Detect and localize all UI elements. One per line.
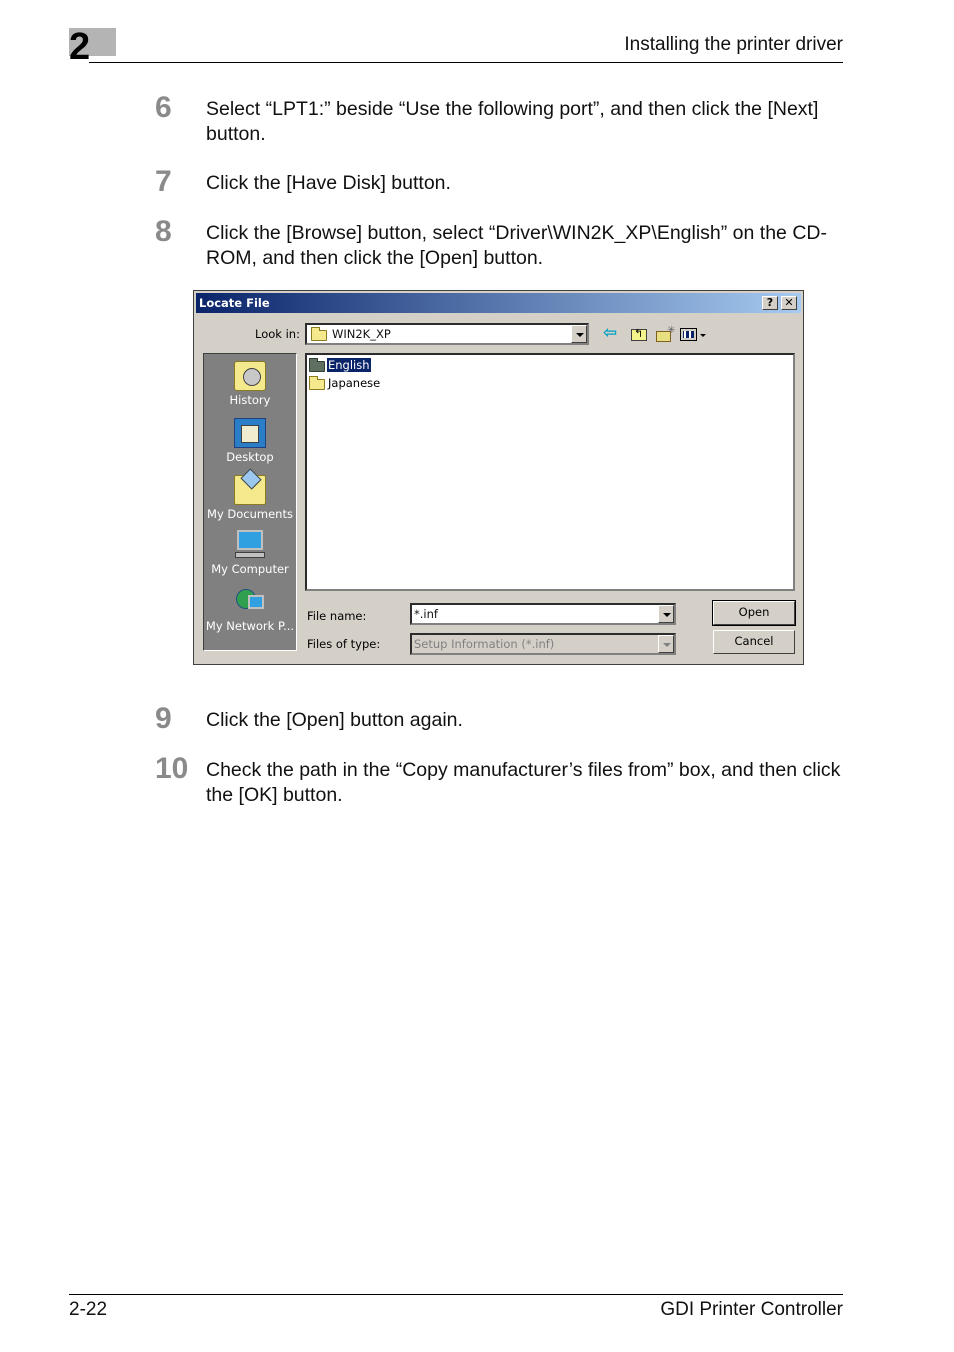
product-name: GDI Printer Controller	[660, 1299, 843, 1320]
file-name: English	[326, 357, 372, 373]
cancel-button[interactable]: Cancel	[713, 630, 795, 654]
file-name-value: *.inf	[414, 607, 438, 621]
place-label: My Documents	[207, 507, 293, 521]
folder-icon	[309, 358, 325, 372]
place-desktop[interactable]: Desktop	[204, 418, 296, 464]
place-my-network[interactable]: My Network P...	[204, 587, 296, 633]
step-text: Check the path in the “Copy manufacturer…	[206, 759, 841, 806]
step-text: Click the [Open] button again.	[206, 709, 463, 731]
file-name-label: File name:	[307, 609, 367, 623]
step-text: Click the [Browse] button, select “Drive…	[206, 222, 827, 269]
step-text: Click the [Have Disk] button.	[206, 172, 451, 194]
step-number: 9	[155, 702, 172, 735]
folder-icon	[309, 376, 325, 390]
locate-file-dialog: Locate File ? ✕ Look in: WIN2K_XP ⇦ ✳ Hi…	[193, 290, 804, 665]
history-icon	[234, 361, 266, 391]
section-title: Installing the printer driver	[624, 34, 843, 55]
look-in-dropdown[interactable]: WIN2K_XP	[305, 323, 589, 345]
new-folder-icon[interactable]: ✳	[655, 325, 675, 343]
file-list[interactable]: English Japanese	[305, 353, 795, 591]
back-icon[interactable]: ⇦	[603, 325, 623, 343]
place-history[interactable]: History	[204, 361, 296, 407]
dialog-title: Locate File	[199, 296, 270, 310]
step-number: 8	[155, 215, 172, 248]
dialog-titlebar[interactable]: Locate File ? ✕	[196, 293, 801, 313]
place-label: History	[229, 393, 271, 407]
chevron-down-icon[interactable]	[658, 605, 674, 623]
places-bar: History Desktop My Documents My Computer…	[203, 353, 297, 651]
footer-divider	[69, 1294, 843, 1295]
my-network-places-icon	[234, 587, 266, 617]
chapter-number: 2	[69, 26, 91, 68]
header-divider	[89, 62, 843, 63]
chevron-down-icon[interactable]	[571, 325, 587, 343]
step-number: 6	[155, 91, 172, 124]
step-number: 10	[155, 752, 189, 785]
my-documents-icon	[234, 475, 266, 505]
desktop-icon	[234, 418, 266, 448]
my-computer-icon	[234, 530, 266, 560]
files-of-type-value: Setup Information (*.inf)	[414, 637, 555, 651]
open-button[interactable]: Open	[712, 600, 796, 626]
look-in-value: WIN2K_XP	[332, 327, 391, 341]
file-name-input[interactable]: *.inf	[410, 603, 676, 625]
close-button[interactable]: ✕	[781, 296, 797, 310]
place-my-computer[interactable]: My Computer	[204, 530, 296, 576]
place-label: My Network P...	[205, 619, 295, 633]
step-number: 7	[155, 165, 172, 198]
place-label: Desktop	[226, 450, 274, 464]
up-folder-icon[interactable]	[629, 325, 649, 343]
step-text: Select “LPT1:” beside “Use the following…	[206, 98, 819, 145]
files-of-type-label: Files of type:	[307, 637, 381, 651]
place-my-documents[interactable]: My Documents	[204, 475, 296, 521]
look-in-label: Look in:	[255, 327, 300, 341]
folder-icon	[311, 327, 327, 341]
place-label: My Computer	[211, 562, 289, 576]
chevron-down-icon[interactable]	[658, 635, 674, 653]
help-button[interactable]: ?	[762, 296, 778, 310]
file-name: Japanese	[328, 376, 381, 390]
page-number: 2-22	[69, 1299, 108, 1320]
views-menu-icon[interactable]	[679, 325, 707, 343]
files-of-type-dropdown[interactable]: Setup Information (*.inf)	[410, 633, 676, 655]
